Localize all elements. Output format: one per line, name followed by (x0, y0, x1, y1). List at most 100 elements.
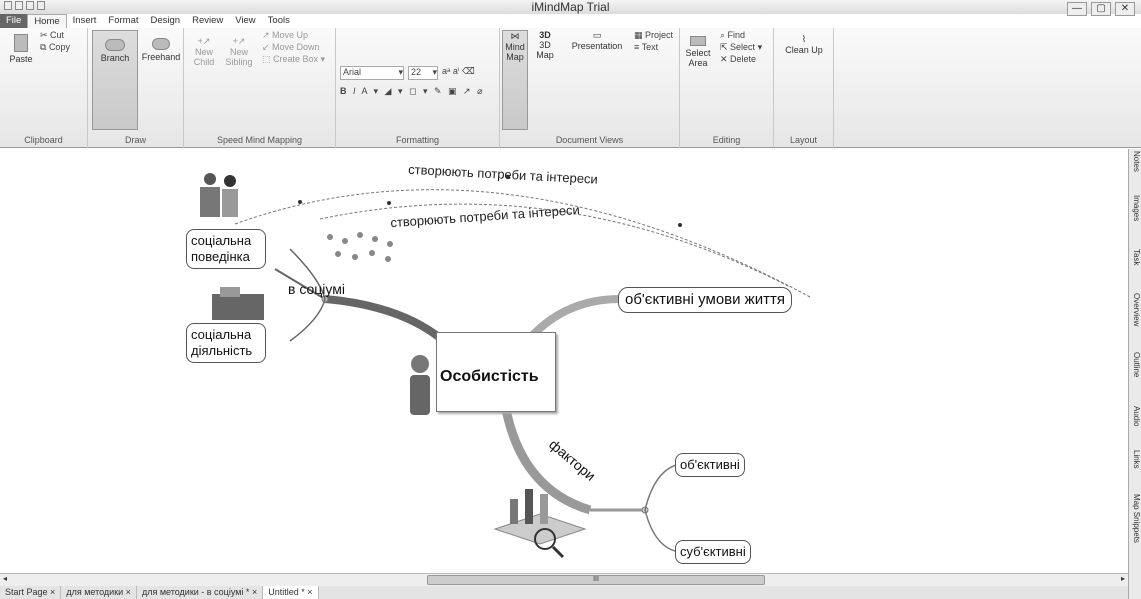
doc-tab-methodology-society[interactable]: для методики - в соціумі * × (137, 586, 264, 599)
presenter-illustration (410, 355, 430, 415)
close-icon[interactable]: × (252, 587, 257, 597)
side-tab-outline[interactable]: Outline (1130, 352, 1141, 402)
editing-label: Editing (712, 135, 741, 145)
horizontal-scrollbar[interactable]: ◂ III ▸ (0, 573, 1128, 586)
crowd-illustration (327, 232, 393, 262)
branch-icon (105, 39, 125, 51)
node-social-behavior[interactable]: соціальна поведінка (186, 229, 266, 269)
mind-map-icon: ⋈ (510, 31, 520, 41)
doc-tab-untitled[interactable]: Untitled * × (263, 586, 319, 599)
relation-label-2: створюють потреби та інтереси (390, 202, 580, 230)
font-size-select[interactable]: 22 ▾ (408, 66, 438, 80)
move-down-button[interactable]: ↙ Move Down (262, 42, 320, 53)
doc-tab-start-page[interactable]: Start Page × (0, 586, 62, 599)
document-tabs: Start Page × для методики × для методики… (0, 586, 1128, 599)
close-icon[interactable]: × (126, 587, 131, 597)
side-tab-overview[interactable]: Overview (1130, 293, 1141, 348)
clean-up-button[interactable]: ⌇ Clean Up (780, 34, 828, 55)
presentation-icon: ▭ (592, 30, 602, 40)
scroll-left-icon[interactable]: ◂ (3, 574, 7, 583)
tab-design[interactable]: Design (145, 14, 187, 28)
side-tab-links[interactable]: Links (1130, 450, 1141, 490)
new-child-button[interactable]: +↗ New Child (188, 36, 220, 67)
chevron-down-icon: ▾ (432, 67, 437, 77)
new-sibling-icon: +↗ (232, 36, 246, 46)
node-social-activity[interactable]: соціальна діяльність (186, 323, 266, 363)
find-button[interactable]: ⌕ Find (720, 30, 745, 41)
layout-label: Layout (789, 135, 818, 145)
font-select[interactable]: Arial ▾ (340, 66, 404, 80)
text-view-button[interactable]: ≡ Text (634, 42, 658, 52)
paste-button[interactable]: Paste (6, 34, 36, 64)
select-area-icon (690, 36, 706, 46)
group-editing: Select Area ⌕ Find ⇱ Select ▾ ✕ Delete E… (680, 28, 774, 148)
group-speed-mind-mapping: +↗ New Child +↗ New Sibling ↗ Move Up ↙ … (184, 28, 336, 148)
move-up-button[interactable]: ↗ Move Up (262, 30, 308, 41)
font-grow-shrink-buttons[interactable]: aᵃ aⁱ ⌫ (442, 66, 475, 77)
side-tab-task[interactable]: Task (1130, 249, 1141, 289)
central-topic-label: Особистість (440, 368, 539, 385)
branch-label-society[interactable]: в соціумі (288, 281, 345, 297)
tab-tools[interactable]: Tools (262, 14, 296, 28)
new-sibling-button[interactable]: +↗ New Sibling (222, 36, 256, 67)
tab-home[interactable]: Home (27, 14, 67, 28)
group-formatting: Arial ▾ 22 ▾ aᵃ aⁱ ⌫ B I A ▾ ◢ ▾ ◻ ▾ ✎ ▣… (336, 28, 500, 148)
node-objective[interactable]: об'єктивні (675, 453, 745, 477)
group-layout: ⌇ Clean Up Layout (774, 28, 834, 148)
side-tab-map-snippets[interactable]: Map Snippets (1130, 494, 1141, 594)
freehand-icon (152, 38, 170, 50)
format-buttons-row[interactable]: B I A ▾ ◢ ▾ ◻ ▾ ✎ ▣ ↗ ⌀ (340, 86, 485, 97)
presentation-view-button[interactable]: ▭ Presentation (566, 30, 628, 51)
window-title: iMindMap Trial (531, 0, 610, 14)
side-panel-tabs: Notes Images Task Overview Outline Audio… (1128, 149, 1141, 599)
activity-illustration (212, 287, 264, 320)
tab-insert[interactable]: Insert (67, 14, 103, 28)
group-clipboard: Paste ✂ Cut ⧉ Copy Clipboard (0, 28, 88, 148)
broom-icon: ⌇ (801, 34, 807, 44)
scroll-thumb[interactable]: III (427, 575, 765, 585)
select-area-button[interactable]: Select Area (684, 36, 712, 68)
branch-button[interactable]: Branch (92, 30, 138, 130)
3d-icon: 3D (539, 30, 551, 40)
new-child-icon: +↗ (197, 36, 211, 46)
create-box-button[interactable]: ⬚ Create Box ▾ (262, 54, 325, 65)
mind-map-branches: створюють потреби та інтереси створюють … (200, 162, 811, 559)
mind-map-view-button[interactable]: ⋈ Mind Map (502, 30, 528, 130)
clipboard-label: Clipboard (24, 135, 63, 145)
select-button[interactable]: ⇱ Select ▾ (720, 42, 762, 53)
freehand-button[interactable]: Freehand (140, 30, 182, 62)
copy-button[interactable]: ⧉ Copy (40, 42, 70, 53)
cut-button[interactable]: ✂ Cut (40, 30, 64, 41)
branch-label-factors[interactable]: фактори (546, 436, 599, 484)
3d-map-view-button[interactable]: 3D 3D Map (532, 30, 558, 60)
tab-file[interactable]: File (0, 14, 28, 28)
node-objective-conditions[interactable]: об'єктивні умови життя (618, 287, 792, 313)
side-tab-images[interactable]: Images (1130, 195, 1141, 245)
node-subjective[interactable]: суб'єктивні (675, 540, 751, 564)
tab-review[interactable]: Review (186, 14, 229, 28)
speed-mind-mapping-label: Speed Mind Mapping (216, 135, 303, 145)
scroll-right-icon[interactable]: ▸ (1121, 574, 1125, 583)
mind-map-canvas[interactable]: створюють потреби та інтереси створюють … (0, 149, 1128, 573)
close-icon[interactable]: × (50, 587, 55, 597)
formatting-label: Formatting (395, 135, 439, 145)
tab-format[interactable]: Format (102, 14, 144, 28)
title-bar: iMindMap Trial — ▢ ✕ (0, 0, 1141, 16)
side-tab-notes[interactable]: Notes (1130, 151, 1141, 191)
project-view-button[interactable]: ▦ Project (634, 30, 673, 41)
close-icon[interactable]: × (307, 587, 312, 597)
doc-tab-methodology[interactable]: для методики × (61, 586, 137, 599)
people-illustration (200, 173, 238, 217)
relation-label-1: створюють потреби та інтереси (408, 162, 598, 187)
delete-button[interactable]: ✕ Delete (720, 54, 756, 65)
side-tab-audio[interactable]: Audio (1130, 406, 1141, 446)
group-document-views: ⋈ Mind Map 3D 3D Map ▭ Presentation ▦ Pr… (500, 28, 680, 148)
paste-icon (14, 34, 28, 52)
chevron-down-icon: ▾ (398, 67, 403, 77)
ribbon: Paste ✂ Cut ⧉ Copy Clipboard Branch Free… (0, 28, 1141, 148)
document-views-label: Document Views (555, 135, 624, 145)
draw-label: Draw (124, 135, 146, 145)
group-draw: Branch Freehand Draw (88, 28, 184, 148)
ribbon-tabs: File Home Insert Format Design Review Vi… (0, 14, 1141, 28)
tab-view[interactable]: View (229, 14, 261, 28)
